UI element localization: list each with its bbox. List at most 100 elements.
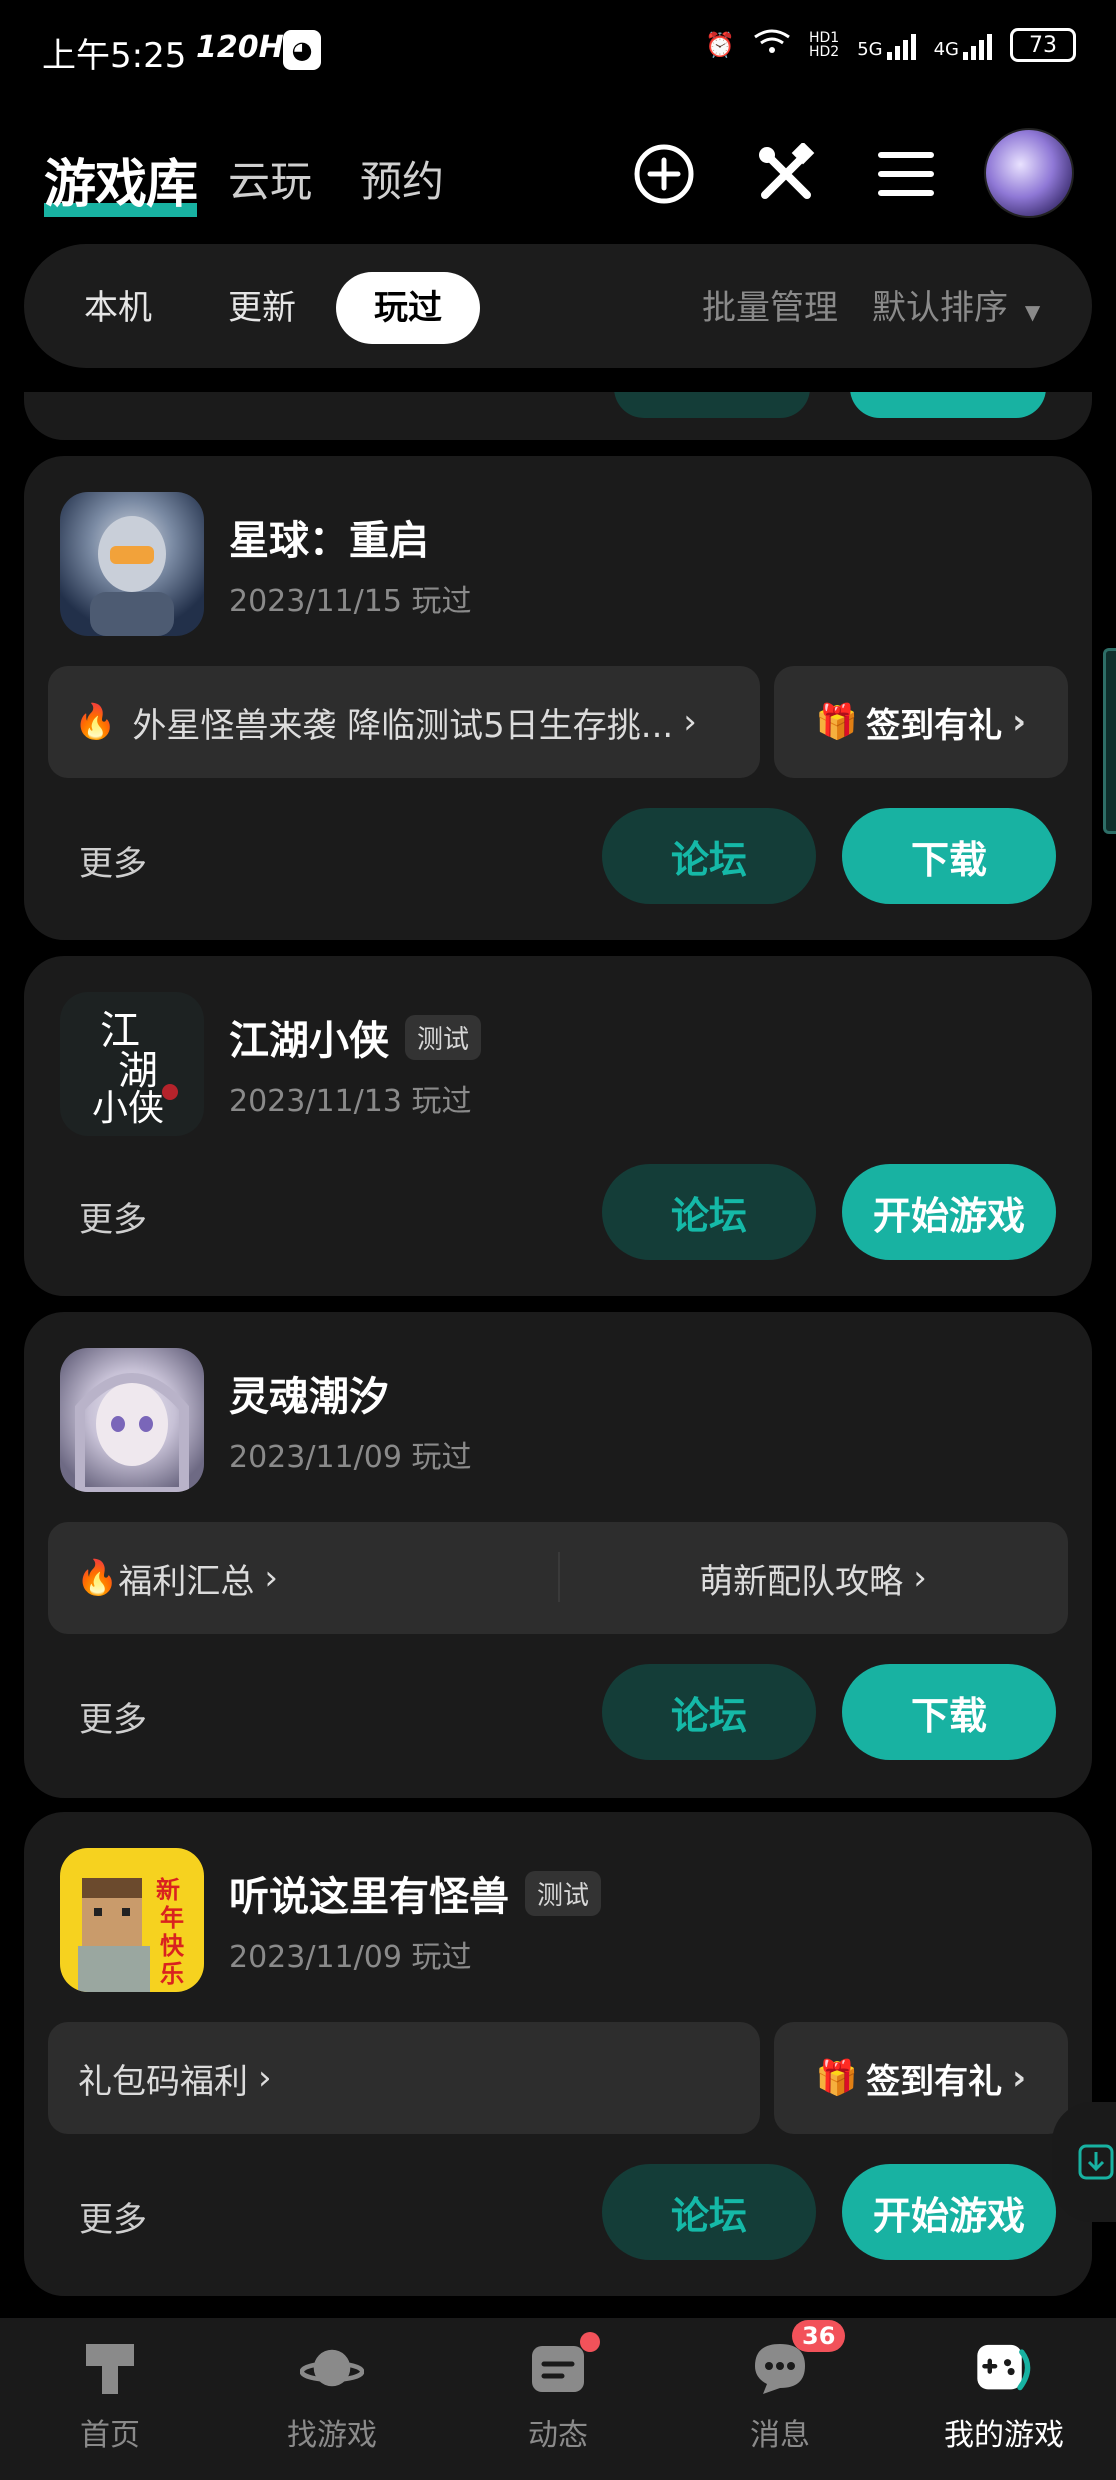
bottom-nav: 首页 找游戏 动态 36 消息 我的游戏 xyxy=(0,2318,1116,2480)
forum-button[interactable]: 论坛 xyxy=(602,808,816,904)
svg-text:新: 新 xyxy=(156,1876,180,1904)
nav-label: 首页 xyxy=(80,2418,140,2453)
wifi-icon xyxy=(753,28,791,62)
svg-text:年: 年 xyxy=(160,1904,184,1932)
checkin-gift-button[interactable]: 🎁 签到有礼 › xyxy=(774,2022,1068,2134)
more-button[interactable]: 更多 xyxy=(79,836,147,885)
svg-text:乐: 乐 xyxy=(160,1960,184,1988)
forum-button[interactable]: 论坛 xyxy=(602,2164,816,2260)
promo-banner[interactable]: 礼包码福利 › xyxy=(48,2022,760,2134)
4g-label: 4G xyxy=(933,39,959,60)
played-date: 2023/11/09 玩过 xyxy=(229,1440,472,1475)
played-date: 2023/11/13 玩过 xyxy=(229,1084,472,1119)
hd2-label: HD2 xyxy=(808,44,840,60)
home-icon xyxy=(78,2336,142,2400)
promo-left-link[interactable]: 🔥 福利汇总 › xyxy=(48,1522,558,1634)
gift-icon: 🎁 xyxy=(815,2058,859,2098)
game-icon-image[interactable] xyxy=(60,1348,204,1492)
download-button[interactable]: 下载 xyxy=(842,808,1056,904)
partial-game-card xyxy=(24,392,1092,440)
nav-home[interactable]: 首页 xyxy=(30,2336,190,2454)
filter-bar: 本机 更新 玩过 批量管理 默认排序 ▼ xyxy=(24,244,1092,368)
avatar[interactable] xyxy=(984,128,1074,218)
menu-icon[interactable] xyxy=(870,138,942,210)
game-card[interactable]: 灵魂潮汐 2023/11/09 玩过 🔥 福利汇总 › 萌新配队攻略 › 更多 … xyxy=(24,1312,1092,1798)
caret-down-icon: ▼ xyxy=(1024,300,1041,324)
test-tag: 测试 xyxy=(525,1870,602,1916)
svg-text:小侠: 小侠 xyxy=(92,1088,164,1129)
game-title: 星球：重启 xyxy=(229,508,429,566)
sort-dropdown[interactable]: 默认排序 ▼ xyxy=(872,272,1040,348)
nav-messages[interactable]: 36 消息 xyxy=(700,2320,860,2454)
side-drawer-handle[interactable] xyxy=(1103,648,1116,834)
nav-my-games[interactable]: 我的游戏 xyxy=(924,2336,1084,2454)
promo-text: 萌新配队攻略 xyxy=(699,1561,904,1602)
alarm-icon: ⏰ xyxy=(705,31,735,59)
start-game-button[interactable]: 开始游戏 xyxy=(842,2164,1056,2260)
chevron-right-icon: › xyxy=(264,1558,278,1598)
chevron-right-icon: › xyxy=(683,702,697,742)
played-date: 2023/11/09 玩过 xyxy=(229,1940,472,1975)
more-button[interactable]: 更多 xyxy=(79,1692,147,1741)
chevron-right-icon: › xyxy=(913,1558,927,1598)
message-badge: 36 xyxy=(792,2320,846,2352)
tab-cloud[interactable]: 云玩 xyxy=(228,148,312,209)
download-button[interactable]: 下载 xyxy=(842,1664,1056,1760)
fire-icon: 🔥 xyxy=(74,702,117,742)
forum-button-partial[interactable] xyxy=(614,392,810,418)
promo-text: 礼包码福利 xyxy=(78,2061,248,2102)
sort-label: 默认排序 xyxy=(872,288,1008,328)
5g-label: 5G xyxy=(857,39,883,60)
promo-text: 福利汇总 xyxy=(118,1561,255,1602)
filter-tab-played[interactable]: 玩过 xyxy=(336,272,480,344)
game-title-text: 灵魂潮汐 xyxy=(229,1374,389,1420)
game-icon-image[interactable] xyxy=(60,492,204,636)
filter-tab-updates[interactable]: 更新 xyxy=(228,272,296,344)
forum-button[interactable]: 论坛 xyxy=(602,1664,816,1760)
chevron-right-icon: › xyxy=(258,2058,272,2098)
gift-icon: 🎁 xyxy=(815,702,859,742)
nav-discover[interactable]: 找游戏 xyxy=(252,2336,412,2454)
action-button-partial[interactable] xyxy=(850,392,1046,418)
game-card[interactable]: 新年快乐 听说这里有怪兽 测试 2023/11/09 玩过 礼包码福利 › 🎁 … xyxy=(24,1812,1092,2296)
hd-label: HD1 HD2 xyxy=(809,31,839,59)
checkin-label: 签到有礼 xyxy=(866,705,1003,746)
game-icon-image[interactable]: 江湖小侠 xyxy=(60,992,204,1136)
game-icon-image[interactable]: 新年快乐 xyxy=(60,1848,204,1992)
filter-tab-local[interactable]: 本机 xyxy=(84,272,152,344)
app-header: 游戏库 云玩 预约 xyxy=(0,120,1116,220)
nav-label: 消息 xyxy=(750,2418,810,2453)
battery-icon: 73 xyxy=(1010,28,1076,62)
game-title: 听说这里有怪兽 测试 xyxy=(229,1864,602,1922)
more-button[interactable]: 更多 xyxy=(79,1192,147,1241)
game-card[interactable]: 星球：重启 2023/11/15 玩过 🔥 外星怪兽来袭 降临测试5日生存挑..… xyxy=(24,456,1092,940)
game-title-text: 听说这里有怪兽 xyxy=(229,1874,509,1920)
promo-right-link[interactable]: 萌新配队攻略 › xyxy=(558,1522,1068,1634)
forum-button[interactable]: 论坛 xyxy=(602,1164,816,1260)
promo-banner[interactable]: 🔥 外星怪兽来袭 降临测试5日生存挑... › xyxy=(48,666,760,778)
batch-manage-button[interactable]: 批量管理 xyxy=(702,272,838,344)
status-time: 上午5:25 xyxy=(42,36,187,76)
tab-reserve[interactable]: 预约 xyxy=(360,148,444,209)
signal-bars-icon xyxy=(886,30,916,60)
qq-icon: ◕ xyxy=(283,30,321,70)
plus-circle-icon[interactable] xyxy=(628,138,700,210)
checkin-label: 签到有礼 xyxy=(866,2061,1003,2102)
game-title: 江湖小侠 测试 xyxy=(229,1008,482,1066)
more-button[interactable]: 更多 xyxy=(79,2192,147,2241)
checkin-gift-button[interactable]: 🎁 签到有礼 › xyxy=(774,666,1068,778)
played-date: 2023/11/15 玩过 xyxy=(229,584,472,619)
page-title[interactable]: 游戏库 xyxy=(44,142,198,217)
chevron-right-icon: › xyxy=(1012,2058,1027,2098)
promo-text: 外星怪兽来袭 降临测试5日生存挑... xyxy=(132,705,674,746)
game-card[interactable]: 江湖小侠 江湖小侠 测试 2023/11/13 玩过 更多 论坛 开始游戏 xyxy=(24,956,1092,1296)
start-game-button[interactable]: 开始游戏 xyxy=(842,1164,1056,1260)
tools-icon[interactable] xyxy=(750,138,822,210)
floating-download-button[interactable] xyxy=(1052,2102,1116,2222)
signal-bars-icon xyxy=(963,30,992,60)
message-icon: 36 xyxy=(748,2320,846,2400)
signal-5g: 5G xyxy=(857,30,916,60)
status-icons: ⏰ HD1 HD2 5G 4G 73 xyxy=(705,28,1076,62)
my-games-icon xyxy=(972,2336,1036,2400)
nav-feed[interactable]: 动态 xyxy=(478,2332,638,2454)
